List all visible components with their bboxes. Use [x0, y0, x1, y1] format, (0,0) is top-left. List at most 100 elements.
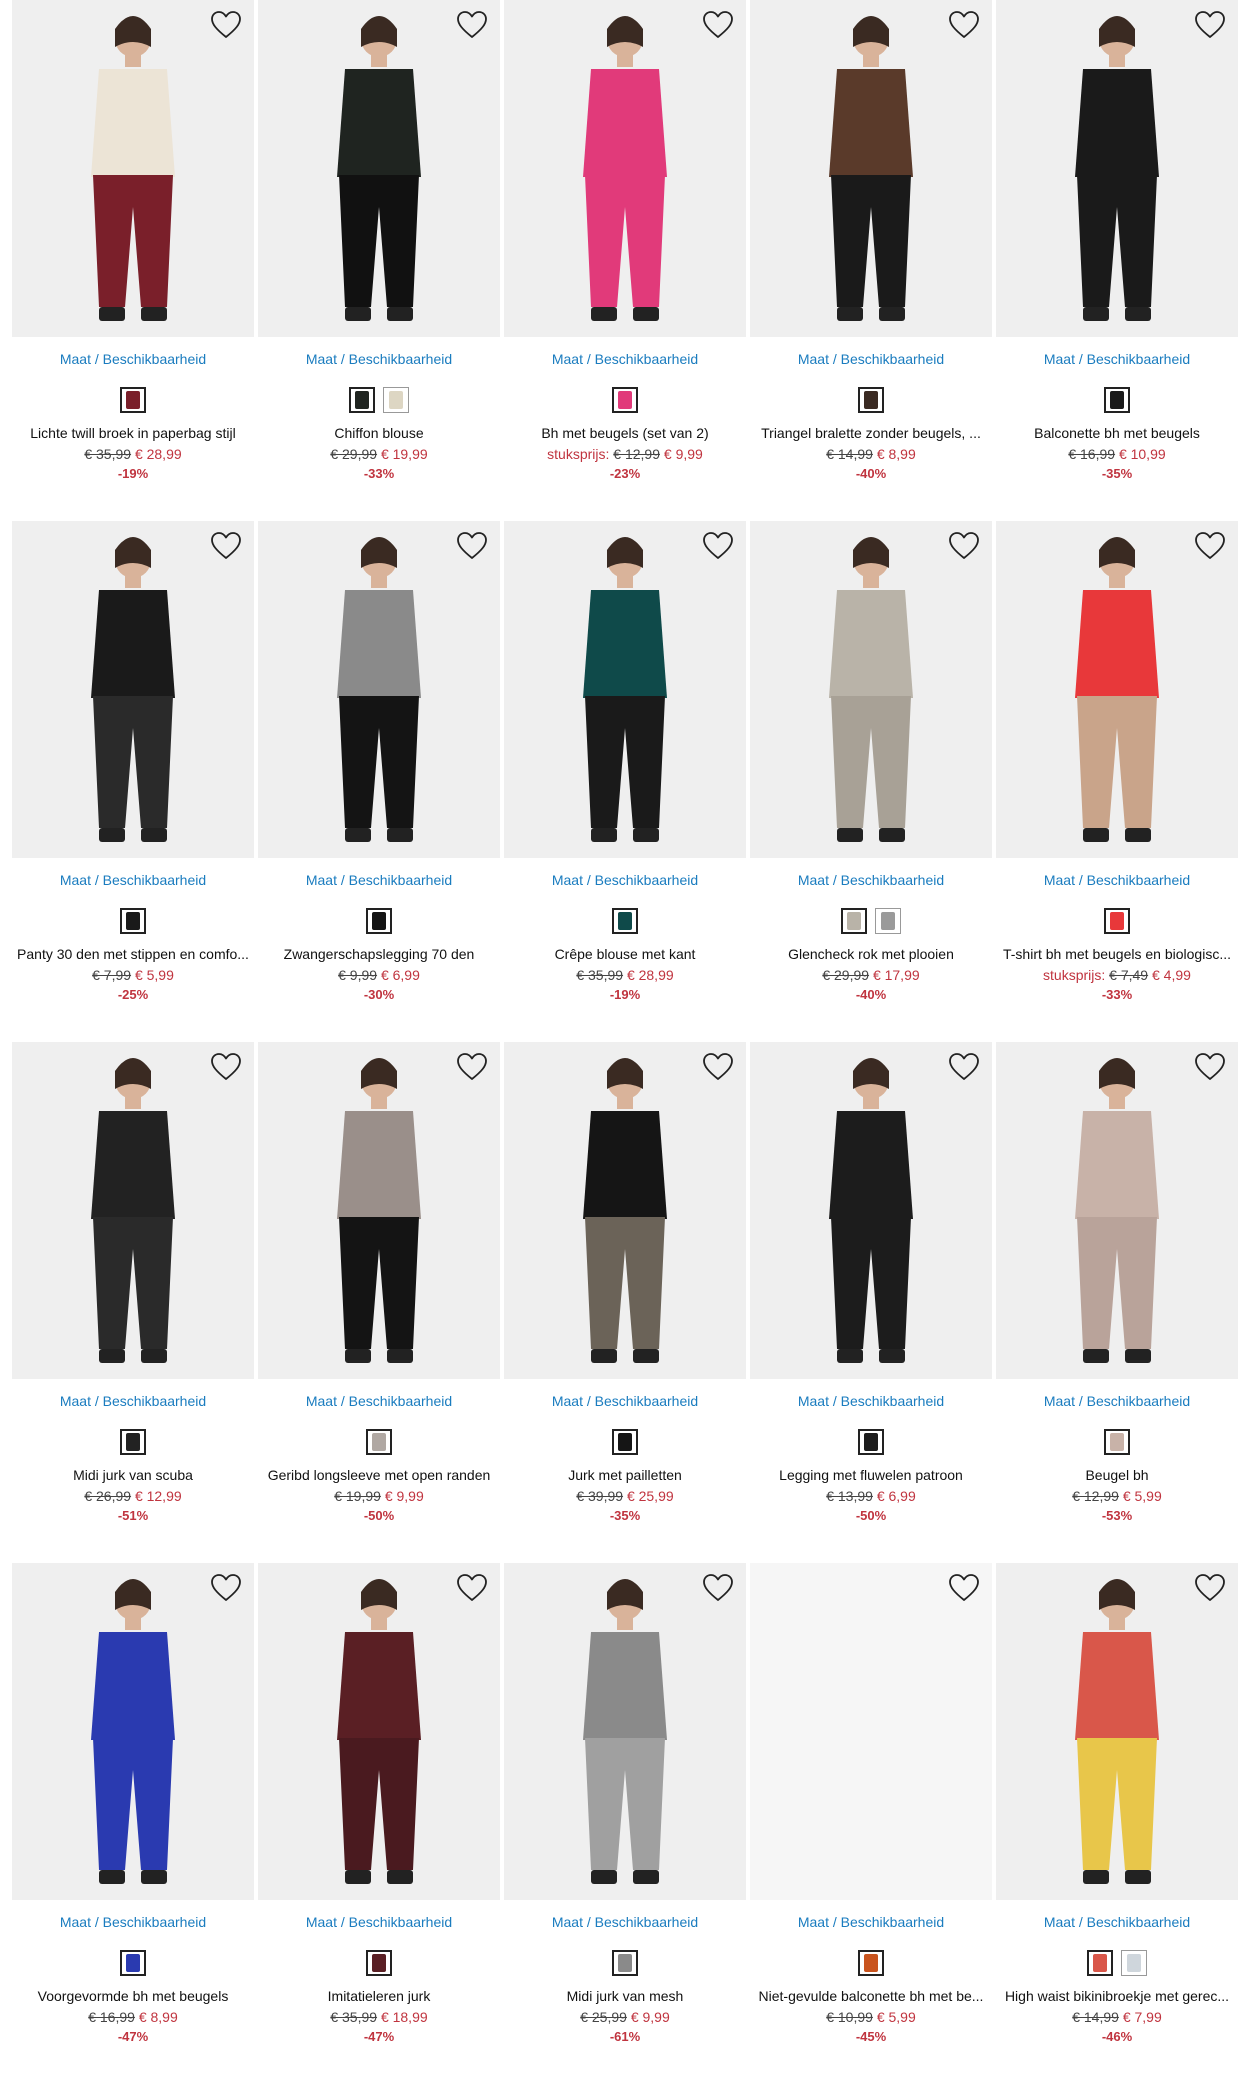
product-card[interactable]: Maat / Beschikbaarheid Chiffon blouse € … [258, 0, 500, 521]
availability-link-label[interactable]: Beschikbaarheid [103, 351, 207, 367]
wishlist-heart-icon[interactable] [1194, 531, 1226, 561]
product-name[interactable]: Bh met beugels (set van 2) [504, 425, 746, 441]
color-swatch[interactable] [349, 387, 375, 413]
wishlist-heart-icon[interactable] [702, 1052, 734, 1082]
size-availability-link[interactable]: Maat / Beschikbaarheid [12, 351, 254, 367]
color-swatch[interactable] [612, 908, 638, 934]
wishlist-heart-icon[interactable] [210, 1052, 242, 1082]
product-image[interactable] [750, 0, 992, 337]
size-link-label[interactable]: Maat [552, 1393, 583, 1409]
product-card[interactable]: Maat / Beschikbaarheid Voorgevormde bh m… [12, 1563, 254, 2084]
color-swatch[interactable] [120, 1950, 146, 1976]
availability-link-label[interactable]: Beschikbaarheid [1087, 1914, 1191, 1930]
color-swatch[interactable] [858, 387, 884, 413]
size-link-label[interactable]: Maat [1044, 1914, 1075, 1930]
product-card[interactable]: Maat / Beschikbaarheid Zwangerschapslegg… [258, 521, 500, 1042]
color-swatch[interactable] [612, 1950, 638, 1976]
product-card[interactable]: Maat / Beschikbaarheid Crêpe blouse met … [504, 521, 746, 1042]
product-name[interactable]: Panty 30 den met stippen en comfo... [12, 946, 254, 962]
size-availability-link[interactable]: Maat / Beschikbaarheid [504, 1393, 746, 1409]
availability-link-label[interactable]: Beschikbaarheid [841, 872, 945, 888]
size-link-label[interactable]: Maat [60, 872, 91, 888]
size-availability-link[interactable]: Maat / Beschikbaarheid [750, 1393, 992, 1409]
availability-link-label[interactable]: Beschikbaarheid [595, 1914, 699, 1930]
wishlist-heart-icon[interactable] [1194, 1052, 1226, 1082]
size-availability-link[interactable]: Maat / Beschikbaarheid [750, 872, 992, 888]
wishlist-heart-icon[interactable] [210, 1573, 242, 1603]
product-card[interactable]: Maat / Beschikbaarheid Beugel bh € 12,99… [996, 1042, 1238, 1563]
product-image[interactable] [504, 1042, 746, 1379]
availability-link-label[interactable]: Beschikbaarheid [103, 1393, 207, 1409]
color-swatch[interactable] [875, 908, 901, 934]
size-link-label[interactable]: Maat [798, 1914, 829, 1930]
color-swatch[interactable] [366, 1950, 392, 1976]
availability-link-label[interactable]: Beschikbaarheid [595, 872, 699, 888]
color-swatch[interactable] [612, 387, 638, 413]
wishlist-heart-icon[interactable] [948, 10, 980, 40]
size-availability-link[interactable]: Maat / Beschikbaarheid [12, 872, 254, 888]
wishlist-heart-icon[interactable] [210, 10, 242, 40]
product-name[interactable]: Legging met fluwelen patroon [750, 1467, 992, 1483]
availability-link-label[interactable]: Beschikbaarheid [349, 1914, 453, 1930]
color-swatch[interactable] [366, 1429, 392, 1455]
size-availability-link[interactable]: Maat / Beschikbaarheid [258, 1393, 500, 1409]
availability-link-label[interactable]: Beschikbaarheid [841, 1393, 945, 1409]
product-card[interactable]: Maat / Beschikbaarheid Geribd longsleeve… [258, 1042, 500, 1563]
product-card[interactable]: Maat / Beschikbaarheid Bh met beugels (s… [504, 0, 746, 521]
color-swatch[interactable] [120, 1429, 146, 1455]
product-name[interactable]: Voorgevormde bh met beugels [12, 1988, 254, 2004]
color-swatch[interactable] [858, 1950, 884, 1976]
product-image[interactable] [504, 521, 746, 858]
availability-link-label[interactable]: Beschikbaarheid [103, 872, 207, 888]
size-availability-link[interactable]: Maat / Beschikbaarheid [750, 351, 992, 367]
size-availability-link[interactable]: Maat / Beschikbaarheid [12, 1393, 254, 1409]
product-card[interactable]: Maat / Beschikbaarheid Balconette bh met… [996, 0, 1238, 521]
product-name[interactable]: Zwangerschapslegging 70 den [258, 946, 500, 962]
product-image[interactable] [750, 1042, 992, 1379]
size-availability-link[interactable]: Maat / Beschikbaarheid [504, 872, 746, 888]
size-availability-link[interactable]: Maat / Beschikbaarheid [996, 1393, 1238, 1409]
product-name[interactable]: Beugel bh [996, 1467, 1238, 1483]
product-card[interactable]: Maat / Beschikbaarheid Panty 30 den met … [12, 521, 254, 1042]
size-link-label[interactable]: Maat [552, 1914, 583, 1930]
wishlist-heart-icon[interactable] [948, 1052, 980, 1082]
size-link-label[interactable]: Maat [60, 1393, 91, 1409]
product-name[interactable]: Glencheck rok met plooien [750, 946, 992, 962]
availability-link-label[interactable]: Beschikbaarheid [349, 351, 453, 367]
product-card[interactable]: Maat / Beschikbaarheid Jurk met paillett… [504, 1042, 746, 1563]
availability-link-label[interactable]: Beschikbaarheid [595, 1393, 699, 1409]
product-card[interactable]: Maat / Beschikbaarheid Midi jurk van mes… [504, 1563, 746, 2084]
product-image[interactable] [504, 0, 746, 337]
product-image[interactable] [258, 0, 500, 337]
product-name[interactable]: Chiffon blouse [258, 425, 500, 441]
wishlist-heart-icon[interactable] [702, 10, 734, 40]
product-name[interactable]: Lichte twill broek in paperbag stijl [12, 425, 254, 441]
product-image[interactable] [996, 521, 1238, 858]
size-availability-link[interactable]: Maat / Beschikbaarheid [996, 351, 1238, 367]
wishlist-heart-icon[interactable] [948, 1573, 980, 1603]
size-availability-link[interactable]: Maat / Beschikbaarheid [996, 1914, 1238, 1930]
product-card[interactable]: Maat / Beschikbaarheid High waist bikini… [996, 1563, 1238, 2084]
product-name[interactable]: T-shirt bh met beugels en biologisc... [996, 946, 1238, 962]
product-card[interactable]: Maat / Beschikbaarheid Lichte twill broe… [12, 0, 254, 521]
product-name[interactable]: Balconette bh met beugels [996, 425, 1238, 441]
availability-link-label[interactable]: Beschikbaarheid [841, 1914, 945, 1930]
product-image[interactable] [750, 521, 992, 858]
product-name[interactable]: Niet-gevulde balconette bh met be... [750, 1988, 992, 2004]
availability-link-label[interactable]: Beschikbaarheid [103, 1914, 207, 1930]
product-name[interactable]: Crêpe blouse met kant [504, 946, 746, 962]
color-swatch[interactable] [858, 1429, 884, 1455]
color-swatch[interactable] [366, 908, 392, 934]
wishlist-heart-icon[interactable] [456, 1052, 488, 1082]
color-swatch[interactable] [1104, 1429, 1130, 1455]
size-link-label[interactable]: Maat [1044, 1393, 1075, 1409]
color-swatch[interactable] [120, 908, 146, 934]
size-link-label[interactable]: Maat [552, 351, 583, 367]
size-availability-link[interactable]: Maat / Beschikbaarheid [12, 1914, 254, 1930]
color-swatch[interactable] [1104, 387, 1130, 413]
product-image[interactable] [258, 1042, 500, 1379]
size-link-label[interactable]: Maat [306, 351, 337, 367]
size-link-label[interactable]: Maat [1044, 872, 1075, 888]
size-link-label[interactable]: Maat [798, 872, 829, 888]
product-card[interactable]: Maat / Beschikbaarheid T-shirt bh met be… [996, 521, 1238, 1042]
